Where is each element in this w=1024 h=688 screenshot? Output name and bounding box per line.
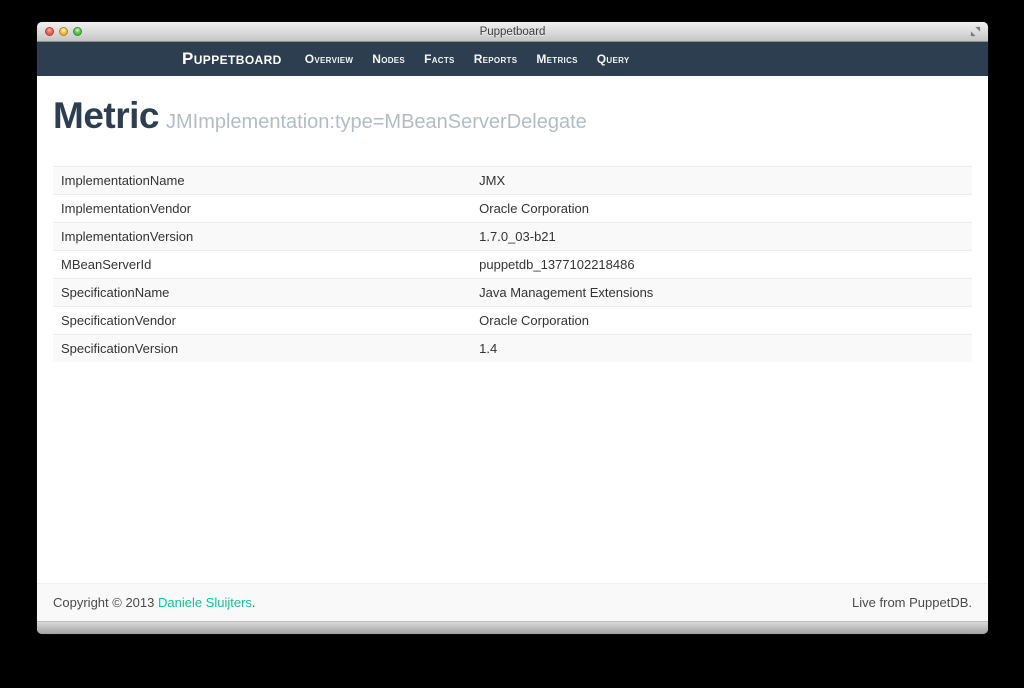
page-subtitle: JMImplementation:type=MBeanServerDelegat… [166,111,587,133]
nav-item-nodes[interactable]: Nodes [372,52,405,66]
nav-item-reports[interactable]: Reports [474,52,518,66]
copyright-period: . [252,595,256,610]
navbar-brand[interactable]: Puppetboard [182,49,282,69]
page-title: Metric [53,95,159,136]
close-icon[interactable] [45,27,54,36]
metric-key: ImplementationVendor [53,194,471,222]
metric-value: Oracle Corporation [471,194,972,222]
metric-value: Oracle Corporation [471,306,972,334]
window-titlebar[interactable]: Puppetboard [37,22,988,42]
navbar: Puppetboard Overview Nodes Facts Reports… [37,42,988,76]
table-row: ImplementationVersion 1.7.0_03-b21 [53,222,972,250]
table-row: SpecificationVersion 1.4 [53,334,972,362]
main-content: Metric JMImplementation:type=MBeanServerD… [37,76,988,583]
page-header: Metric JMImplementation:type=MBeanServerD… [53,96,972,137]
metric-value: 1.4 [471,334,972,362]
metric-table: ImplementationName JMX ImplementationVen… [53,166,972,362]
minimize-icon[interactable] [59,27,68,36]
table-row: ImplementationVendor Oracle Corporation [53,194,972,222]
metric-value: puppetdb_1377102218486 [471,250,972,278]
metric-value: 1.7.0_03-b21 [471,222,972,250]
table-row: SpecificationName Java Management Extens… [53,278,972,306]
fullscreen-icon[interactable] [969,26,981,38]
nav-item-metrics[interactable]: Metrics [536,52,577,66]
puppetdb-status: Live from PuppetDB. [852,595,972,610]
copyright-text: Copyright © 2013 [53,595,154,610]
table-row: ImplementationName JMX [53,166,972,194]
metric-value: JMX [471,166,972,194]
table-row: SpecificationVendor Oracle Corporation [53,306,972,334]
zoom-icon[interactable] [73,27,82,36]
window-bottom-bar [37,621,988,634]
footer: Copyright © 2013 Daniele Sluijters. Live… [37,583,988,621]
author-link[interactable]: Daniele Sluijters [158,595,252,610]
traffic-lights [45,22,82,41]
metric-value: Java Management Extensions [471,278,972,306]
table-row: MBeanServerId puppetdb_1377102218486 [53,250,972,278]
copyright: Copyright © 2013 Daniele Sluijters. [53,595,256,610]
window-title: Puppetboard [37,26,988,38]
metric-key: SpecificationVersion [53,334,471,362]
metric-key: ImplementationName [53,166,471,194]
nav-item-facts[interactable]: Facts [424,52,455,66]
metric-key: MBeanServerId [53,250,471,278]
nav-item-query[interactable]: Query [597,52,630,66]
app-window: Puppetboard Puppetboard Overview Nodes F… [37,22,988,634]
metric-key: ImplementationVersion [53,222,471,250]
metric-key: SpecificationVendor [53,306,471,334]
nav-item-overview[interactable]: Overview [305,52,353,66]
metric-key: SpecificationName [53,278,471,306]
